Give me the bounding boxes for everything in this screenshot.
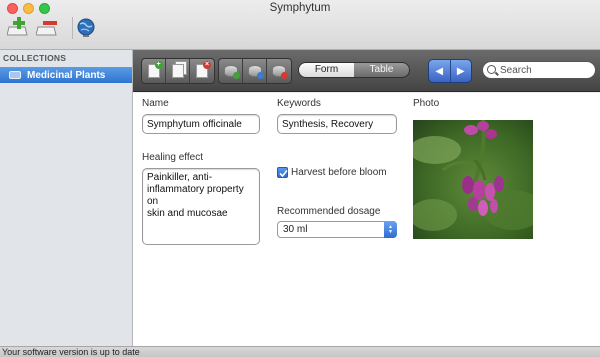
edit-field-button[interactable]: [243, 59, 267, 83]
plant-photo[interactable]: [413, 120, 533, 239]
toolbar-divider: [72, 17, 73, 39]
record-toolbar: + × Form Table ◀ ▶: [133, 50, 600, 92]
keywords-field[interactable]: [277, 114, 397, 134]
view-mode-switch: Form Table: [298, 62, 410, 78]
dosage-select[interactable]: 30 ml ▲ ▼: [277, 221, 397, 238]
duplicate-record-button[interactable]: [166, 59, 190, 83]
add-collection-button[interactable]: [6, 15, 29, 41]
table-view-tab[interactable]: Table: [354, 63, 409, 77]
sidebar: COLLECTIONS Medicinal Plants: [0, 50, 133, 346]
dosage-value: 30 ml: [283, 224, 308, 235]
remove-field-button[interactable]: [267, 59, 291, 83]
record-button-group: + ×: [141, 58, 215, 84]
window-title: Symphytum: [269, 2, 331, 14]
chevron-right-icon: ▶: [456, 65, 465, 77]
name-field[interactable]: [142, 114, 260, 134]
harvest-checkbox[interactable]: [277, 167, 288, 178]
remove-field-icon: [272, 65, 288, 79]
title-bar: Symphytum: [0, 0, 600, 50]
record-navigation: ◀ ▶: [428, 59, 472, 83]
online-globe-icon: [77, 18, 95, 37]
collection-icon: [9, 71, 21, 79]
new-record-button[interactable]: +: [142, 59, 166, 83]
dosage-label: Recommended dosage: [277, 206, 381, 217]
delete-record-icon: ×: [196, 61, 211, 78]
sidebar-item-medicinal-plants[interactable]: Medicinal Plants: [0, 67, 132, 83]
sidebar-item-label: Medicinal Plants: [27, 69, 106, 81]
delete-record-button[interactable]: ×: [190, 59, 214, 83]
record-form: Name Keywords Photo: [133, 93, 600, 346]
new-record-icon: +: [147, 61, 163, 78]
search-box: [482, 61, 596, 79]
edit-field-icon: [247, 65, 264, 79]
status-bar: Your software version is up to date: [0, 346, 600, 357]
healing-effect-field[interactable]: [142, 168, 260, 245]
checkmark-icon: [279, 169, 288, 178]
next-record-button[interactable]: ▶: [451, 60, 472, 82]
previous-record-button[interactable]: ◀: [429, 60, 451, 82]
remove-collection-icon: [35, 21, 57, 36]
form-view-tab[interactable]: Form: [299, 63, 354, 77]
search-icon: [487, 65, 496, 74]
remove-collection-button[interactable]: [35, 15, 60, 41]
harvest-label: Harvest before bloom: [291, 167, 387, 178]
add-field-icon: [223, 65, 240, 79]
name-label: Name: [142, 98, 169, 109]
healing-effect-label: Healing effect: [142, 152, 203, 163]
updown-arrow-icon: ▲ ▼: [384, 221, 397, 238]
online-button[interactable]: [76, 15, 96, 41]
photo-label: Photo: [413, 98, 440, 109]
duplicate-record-icon: [171, 64, 184, 78]
add-field-button[interactable]: [219, 59, 243, 83]
search-input[interactable]: [500, 63, 592, 77]
add-collection-icon: [6, 17, 28, 36]
collections-header: COLLECTIONS: [3, 53, 67, 63]
field-button-group: [218, 58, 292, 84]
keywords-label: Keywords: [277, 98, 321, 109]
chevron-left-icon: ◀: [435, 65, 444, 77]
